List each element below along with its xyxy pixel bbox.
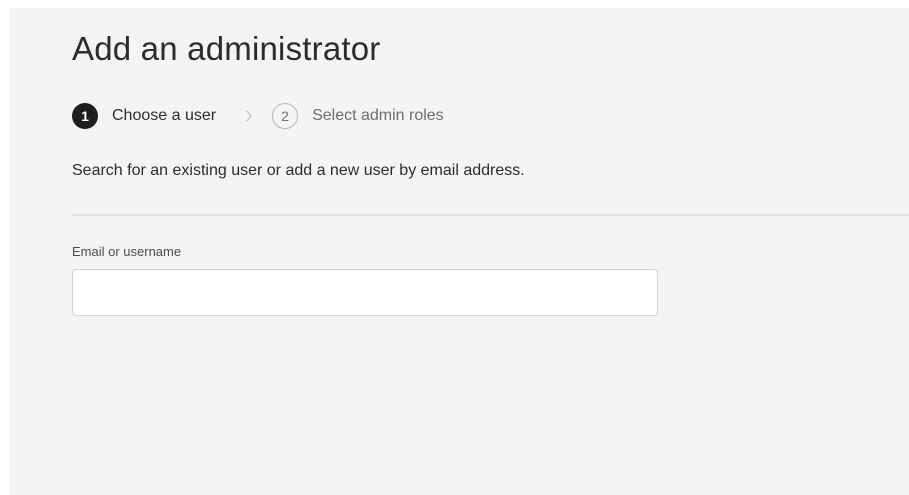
divider [72,214,909,216]
step-select-admin-roles: 2 Select admin roles [272,103,444,129]
email-field-label: Email or username [72,244,182,259]
email-or-username-input[interactable] [72,269,658,316]
page-title: Add an administrator [72,30,381,67]
step-label-select-admin-roles: Select admin roles [312,107,444,124]
step-choose-user: 1 Choose a user [72,103,216,129]
step-number-2: 2 [272,103,299,129]
step-number-1: 1 [72,103,98,129]
add-administrator-dialog: Add an administrator 1 Choose a user 2 S… [10,8,909,495]
instruction-text: Search for an existing user or add a new… [72,162,525,179]
stepper: 1 Choose a user 2 Select admin roles [72,103,444,129]
chevron-right-icon [242,109,256,123]
step-label-choose-user: Choose a user [112,107,217,124]
